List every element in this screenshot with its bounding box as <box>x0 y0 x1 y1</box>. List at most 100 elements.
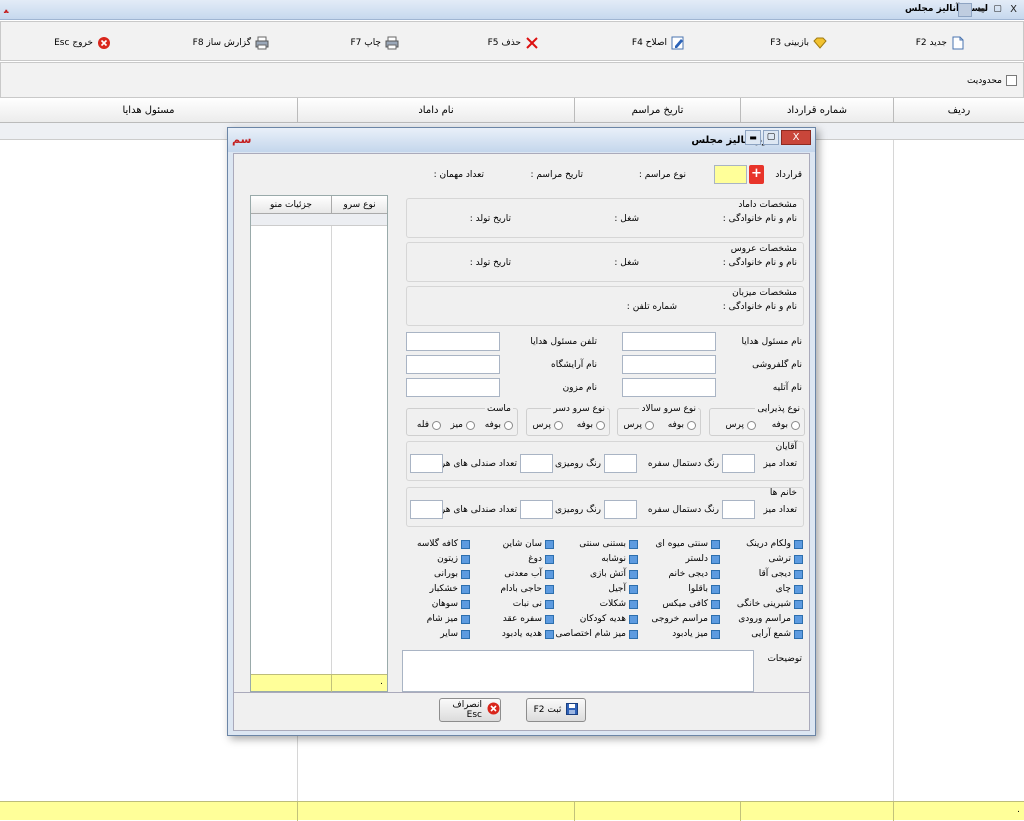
view-button[interactable]: بازبینی F3 <box>770 35 827 51</box>
check-item[interactable]: آب معدنی <box>504 569 554 579</box>
yogurt-buffet-radio[interactable]: بوفه <box>485 420 513 430</box>
men-chairs-input[interactable] <box>410 454 443 473</box>
minimize-icon[interactable]: ▬ <box>975 3 988 16</box>
check-item[interactable]: دوغ <box>528 554 554 564</box>
men-tables-input[interactable] <box>722 454 755 473</box>
check-item[interactable]: آتش بازی <box>590 569 638 579</box>
report-button[interactable]: گزارش ساز F8 <box>193 35 269 51</box>
check-item[interactable]: ولکام درینک <box>746 539 803 549</box>
check-item[interactable]: خشکبار <box>430 584 470 594</box>
analysis-form-dialog: ﺳﻢ فرم آنالیز مجلس X ▢ ▬ قرارداد + نوع م… <box>227 127 816 736</box>
check-item[interactable]: بستنی سنتی <box>579 539 638 549</box>
check-item[interactable]: میز یادبود <box>672 629 720 639</box>
check-item[interactable]: کافه گلاسه <box>417 539 470 549</box>
check-item[interactable]: چای <box>776 584 803 594</box>
yogurt-table-radio[interactable]: میز <box>450 420 475 430</box>
women-tables-label: تعداد میز <box>763 505 797 515</box>
florist-input[interactable] <box>622 355 716 374</box>
add-button[interactable]: + <box>749 165 764 184</box>
reception-pers-radio[interactable]: پرس <box>726 420 756 430</box>
check-item[interactable]: میز شام <box>427 614 470 624</box>
check-item[interactable]: سایر <box>440 629 470 639</box>
section-title: مشخصات میزبان <box>732 288 797 298</box>
column-header-serve-type[interactable]: نوع سرو <box>331 196 387 214</box>
dialog-close-icon[interactable]: X <box>781 130 811 145</box>
salon-input[interactable] <box>406 355 500 374</box>
cancel-button[interactable]: انصراف Esc <box>439 698 501 722</box>
check-item[interactable]: بورانی <box>434 569 470 579</box>
groom-name-label: نام و نام خانوادگی : <box>722 214 797 224</box>
new-button[interactable]: جدید F2 <box>916 35 965 51</box>
check-item[interactable]: هدیه کودکان <box>580 614 638 624</box>
check-item[interactable]: نی نبات <box>513 599 554 609</box>
bride-section: مشخصات عروس نام و نام خانوادگی : شغل : ت… <box>406 242 804 282</box>
services-checklist: ولکام درینک سنتی میوه ای بستنی سنتی سان … <box>406 539 806 644</box>
yogurt-plate-radio[interactable]: فله <box>417 420 441 430</box>
salad-pers-radio[interactable]: پرس <box>624 420 654 430</box>
gifts-phone-input[interactable] <box>406 332 500 351</box>
women-cloth-input[interactable] <box>520 500 553 519</box>
group-title: نوع پذیرایی <box>755 404 802 414</box>
column-header-date[interactable]: تاریخ مراسم <box>574 98 740 123</box>
system-menu-icon[interactable] <box>958 3 972 17</box>
musician-input[interactable] <box>406 378 500 397</box>
men-cloth-input[interactable] <box>520 454 553 473</box>
check-item[interactable]: شیرینی خانگی <box>737 599 803 609</box>
check-item[interactable]: دیجی آقا <box>759 569 803 579</box>
new-document-icon <box>951 36 965 50</box>
column-header-contract[interactable]: شماره قرارداد <box>740 98 893 123</box>
save-button[interactable]: ثبت F2 <box>526 698 586 722</box>
column-header-menu-details[interactable]: جزئیات منو <box>251 196 331 214</box>
check-item[interactable]: شکلات <box>600 599 638 609</box>
check-item[interactable]: دیجی خانم <box>669 569 720 579</box>
limit-checkbox[interactable] <box>1006 75 1017 86</box>
reception-buffet-radio[interactable]: بوفه <box>772 420 800 430</box>
printer-icon <box>385 36 399 50</box>
column-header-gifts[interactable]: مسئول هدایا <box>0 98 297 123</box>
check-item[interactable]: سفره عقد <box>503 614 554 624</box>
notes-textarea[interactable] <box>402 650 754 692</box>
check-item[interactable]: مراسم ورودی <box>738 614 803 624</box>
delete-button[interactable]: حذف F5 <box>488 35 539 51</box>
close-icon[interactable]: X <box>1007 3 1020 16</box>
check-item[interactable]: سان شاین <box>503 539 554 549</box>
save-icon <box>566 702 579 718</box>
check-item[interactable]: سنتی میوه ای <box>655 539 720 549</box>
salad-buffet-radio[interactable]: بوفه <box>668 420 696 430</box>
print-button[interactable]: چاپ F7 <box>350 35 399 51</box>
check-item[interactable]: شمع آرایی <box>751 629 803 639</box>
contract-input[interactable] <box>714 165 747 184</box>
check-item[interactable]: هدیه یادبود <box>502 629 554 639</box>
check-item[interactable]: نوشابه <box>601 554 638 564</box>
atelier-input[interactable] <box>622 378 716 397</box>
column-header-groom[interactable]: نام داماد <box>297 98 574 123</box>
women-chairs-input[interactable] <box>410 500 443 519</box>
women-tables-input[interactable] <box>722 500 755 519</box>
check-item[interactable]: میز شام اختصاصی <box>555 629 638 639</box>
men-napkin-input[interactable] <box>604 454 637 473</box>
check-item[interactable]: مراسم خروجی <box>651 614 720 624</box>
women-napkin-input[interactable] <box>604 500 637 519</box>
check-item[interactable]: آجیل <box>608 584 638 594</box>
dessert-pers-radio[interactable]: پرس <box>533 420 563 430</box>
maximize-icon[interactable]: ▢ <box>991 3 1004 16</box>
check-item[interactable]: زیتون <box>437 554 470 564</box>
column-header-row[interactable]: ردیف <box>893 98 1024 123</box>
exit-button[interactable]: خروج Esc <box>54 35 111 51</box>
check-item[interactable]: کافی میکس <box>662 599 720 609</box>
host-name-label: نام و نام خانوادگی : <box>722 302 797 312</box>
check-item[interactable]: دلستر <box>686 554 720 564</box>
check-item[interactable]: حاجی بادام <box>500 584 554 594</box>
check-item[interactable]: باقلوا <box>688 584 720 594</box>
menu-filter-row[interactable] <box>251 214 387 226</box>
dialog-maximize-icon[interactable]: ▢ <box>763 130 779 145</box>
yogurt-group: ماست بوفه میز فله <box>406 404 518 436</box>
atelier-label: نام آتلیه <box>772 383 802 393</box>
edit-button[interactable]: اصلاح F4 <box>632 35 685 51</box>
check-item[interactable]: ترشی <box>768 554 803 564</box>
gifts-name-input[interactable] <box>622 332 716 351</box>
dialog-minimize-icon[interactable]: ▬ <box>745 130 761 145</box>
exit-icon <box>97 36 111 50</box>
check-item[interactable]: سوهان <box>432 599 470 609</box>
dessert-buffet-radio[interactable]: بوفه <box>577 420 605 430</box>
